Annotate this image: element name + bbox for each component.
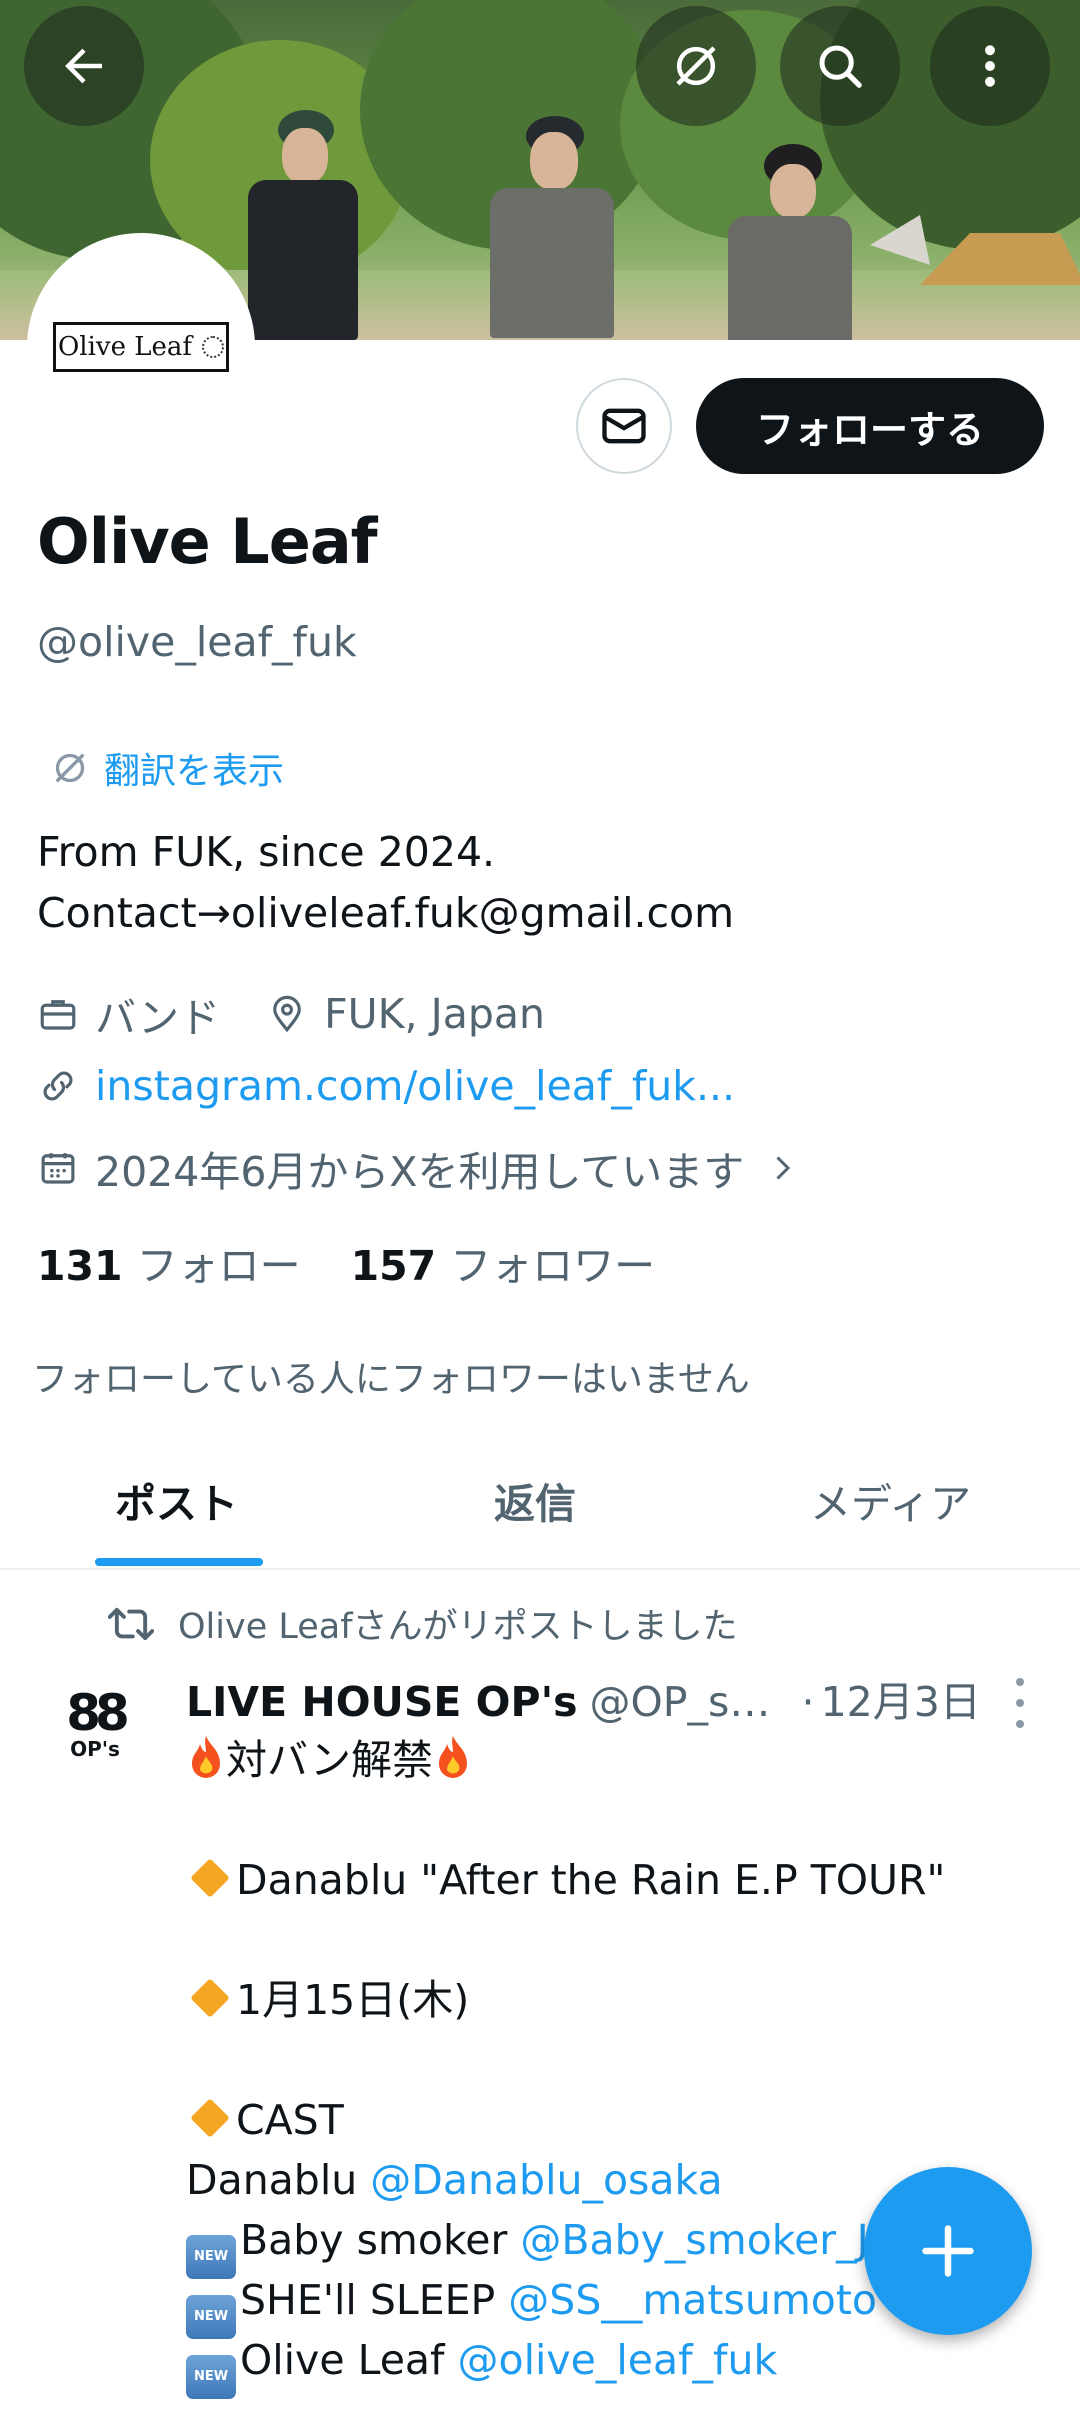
post-line: Danablu "After the Rain E.P TOUR"	[236, 1856, 946, 1904]
post-line: Danablu	[186, 2156, 371, 2204]
profile-tabs: ポスト 返信 メディア	[0, 1440, 1080, 1570]
mention-link[interactable]: @olive_leaf_fuk	[458, 2336, 778, 2384]
avatar-logo: Olive Leaf	[53, 322, 229, 372]
more-vertical-icon	[985, 45, 995, 87]
location-pin-icon	[273, 995, 301, 1033]
mail-icon	[602, 408, 646, 444]
post-line: CAST	[236, 2096, 344, 2144]
ops-logo-text: OP's	[70, 1737, 120, 1761]
link-icon	[43, 1071, 73, 1101]
follow-counts: 131 フォロー 157 フォロワー	[37, 1232, 655, 1292]
bio-line: From FUK, since 2024.	[37, 828, 496, 876]
bio-line: Contact→oliveleaf.fuk@gmail.com	[37, 889, 735, 937]
orange-diamond-icon	[190, 2098, 230, 2138]
post-line: Olive Leaf	[240, 2336, 458, 2384]
more-options-button[interactable]	[930, 6, 1050, 126]
post-line: 1月15日(木)	[236, 1976, 470, 2024]
back-button[interactable]	[24, 6, 144, 126]
profile-website-row[interactable]: instagram.com/olive_leaf_fuk...	[37, 1062, 735, 1110]
plus-icon	[922, 2225, 974, 2277]
translate-icon	[55, 753, 85, 783]
translate-header-button[interactable]	[636, 6, 756, 126]
orange-diamond-icon	[190, 1978, 230, 2018]
profile-website-link[interactable]: instagram.com/olive_leaf_fuk...	[95, 1062, 735, 1110]
more-dot-icon	[1016, 1699, 1024, 1707]
fire-emoji-icon	[192, 1736, 220, 1778]
ops-logo-mark: 88	[66, 1684, 130, 1742]
following-label: フォロー	[136, 1242, 301, 1290]
profile-avatar[interactable]: Olive Leaf	[27, 233, 255, 461]
chevron-right-icon	[776, 1156, 791, 1180]
profile-joined-date: 2024年6月からXを利用しています	[95, 1148, 745, 1196]
tab-media[interactable]: メディア	[810, 1470, 971, 1530]
following-count-link[interactable]: 131 フォロー	[37, 1232, 301, 1292]
orange-diamond-icon	[190, 1858, 230, 1898]
search-icon	[819, 45, 862, 88]
profile-category: バンド	[95, 994, 221, 1042]
following-count: 131	[37, 1242, 123, 1290]
profile-handle: @olive_leaf_fuk	[37, 618, 357, 666]
more-dot-icon	[1016, 1678, 1024, 1686]
post-line: 対バン解禁	[226, 1736, 434, 1784]
followers-count: 157	[350, 1242, 437, 1290]
new-badge-icon: NEW	[186, 2355, 236, 2399]
avatar-logo-text: Olive Leaf	[57, 332, 193, 362]
post-line: Baby smoker	[240, 2216, 521, 2264]
profile-name: Olive Leaf	[37, 505, 378, 578]
logo-ring-icon	[202, 336, 225, 358]
post-more-button[interactable]	[1010, 1678, 1030, 1728]
post-author-name[interactable]: LIVE HOUSE OP's	[186, 1678, 578, 1726]
active-tab-indicator	[95, 1558, 263, 1566]
profile-location: FUK, Japan	[324, 990, 545, 1038]
post-author-handle[interactable]: @OP_s_f...	[590, 1678, 780, 1726]
repost-icon	[108, 1607, 154, 1640]
mention-link[interactable]: @Danablu_osaka	[370, 2156, 722, 2204]
mention-link[interactable]: @Baby_smoker_JP	[520, 2216, 893, 2264]
post-author-avatar[interactable]: 88 OP's	[37, 1668, 153, 1784]
follow-button[interactable]: フォローする	[696, 378, 1044, 474]
repost-note: Olive Leafさんがリポストしました	[178, 1607, 738, 1647]
tab-posts[interactable]: ポスト	[115, 1470, 238, 1530]
search-button[interactable]	[780, 6, 900, 126]
more-dot-icon	[1016, 1720, 1024, 1728]
followers-count-link[interactable]: 157 フォロワー	[351, 1232, 656, 1292]
briefcase-icon	[40, 1000, 76, 1030]
mention-link[interactable]: @SS__matsumoto	[508, 2276, 877, 2324]
profile-bio: From FUK, since 2024. Contact→oliveleaf.…	[37, 822, 734, 944]
compose-post-button[interactable]	[864, 2167, 1032, 2335]
followers-label: フォロワー	[450, 1242, 656, 1290]
tab-replies[interactable]: 返信	[494, 1470, 576, 1530]
calendar-icon	[41, 1153, 75, 1184]
fire-emoji-icon	[439, 1736, 468, 1778]
message-button[interactable]	[576, 378, 672, 474]
translate-icon	[676, 46, 716, 86]
post-date[interactable]: 12月3日	[821, 1668, 981, 1728]
post-line: SHE'll SLEEP	[240, 2276, 509, 2324]
back-arrow-icon	[65, 48, 102, 84]
translate-label: 翻訳を表示	[104, 751, 285, 792]
post-header: LIVE HOUSE OP's @OP_s_f... · 12月3日	[186, 1668, 986, 1728]
profile-joined-row[interactable]: 2024年6月からXを利用しています	[37, 1138, 816, 1198]
profile-meta-row: バンド FUK, Japan	[37, 984, 545, 1044]
mutual-followers-note: フォローしている人にフォロワーはいません	[32, 1359, 750, 1400]
translate-bio-link[interactable]: 翻訳を表示	[50, 742, 284, 794]
repost-indicator: Olive Leafさんがリポストしました	[108, 1598, 738, 1649]
post-separator: ·	[801, 1678, 815, 1726]
